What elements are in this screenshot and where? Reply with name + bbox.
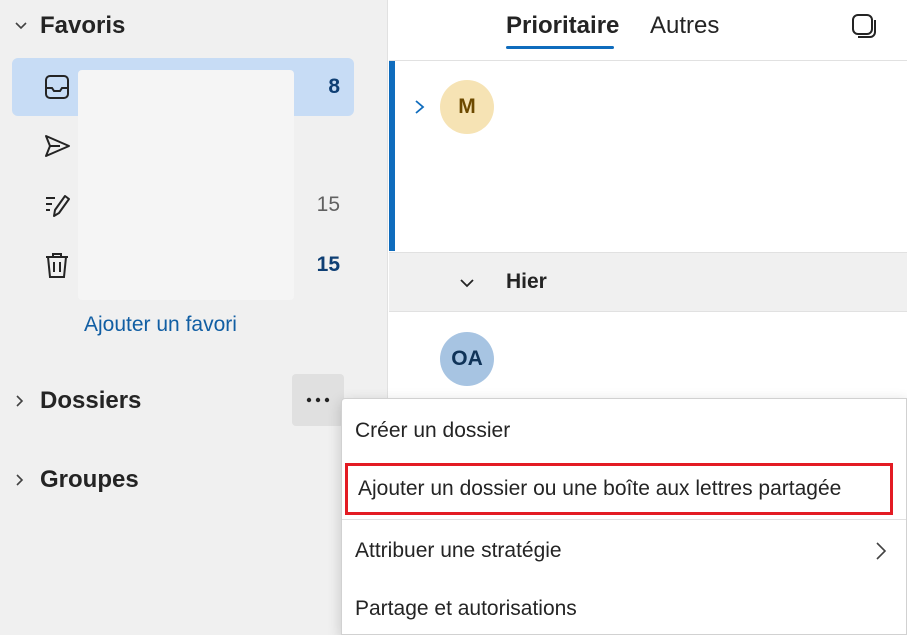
chevron-right-icon <box>874 539 888 563</box>
context-menu: Créer un dossier Ajouter un dossier ou u… <box>341 398 907 635</box>
chevron-right-icon <box>14 394 36 408</box>
avatar: OA <box>440 332 494 386</box>
send-icon <box>42 131 72 161</box>
redacted-area <box>78 70 294 300</box>
date-group-label: Hier <box>506 270 547 293</box>
expand-conversation-icon[interactable] <box>412 96 428 118</box>
chevron-down-icon[interactable] <box>458 276 476 290</box>
tab-focused[interactable]: Prioritaire <box>506 12 619 40</box>
folders-label: Dossiers <box>40 387 142 414</box>
more-icon <box>306 397 330 403</box>
trash-icon <box>42 250 72 280</box>
groups-header[interactable]: Groupes <box>14 466 139 494</box>
groups-label: Groupes <box>40 466 139 493</box>
folders-header[interactable]: Dossiers <box>14 387 141 415</box>
chevron-right-icon <box>14 473 36 487</box>
unread-count: 8 <box>328 75 340 98</box>
favorites-header[interactable]: Favoris <box>14 12 125 40</box>
menu-item-sharing-permissions[interactable]: Partage et autorisations <box>342 583 906 635</box>
more-options-button[interactable] <box>292 374 344 426</box>
add-favorite-link[interactable]: Ajouter un favori <box>84 313 237 337</box>
unread-count: 15 <box>316 253 340 276</box>
chevron-down-icon <box>14 21 36 31</box>
avatar: M <box>440 80 494 134</box>
active-tab-indicator <box>506 46 614 49</box>
favorites-label: Favoris <box>40 12 126 39</box>
tab-other[interactable]: Autres <box>650 12 719 40</box>
selected-indicator <box>389 61 395 251</box>
inbox-icon <box>42 72 72 102</box>
item-count: 15 <box>316 193 340 216</box>
select-mode-icon[interactable] <box>850 12 878 40</box>
drafts-icon <box>42 190 72 220</box>
menu-divider <box>342 519 906 520</box>
menu-item-add-shared-folder[interactable]: Ajouter un dossier ou une boîte aux lett… <box>345 463 893 515</box>
menu-item-create-folder[interactable]: Créer un dossier <box>342 405 906 457</box>
folder-pane: Favoris 8 15 15 Ajouter un favori Dossie… <box>0 0 388 635</box>
menu-item-assign-policy[interactable]: Attribuer une stratégie <box>342 525 906 577</box>
